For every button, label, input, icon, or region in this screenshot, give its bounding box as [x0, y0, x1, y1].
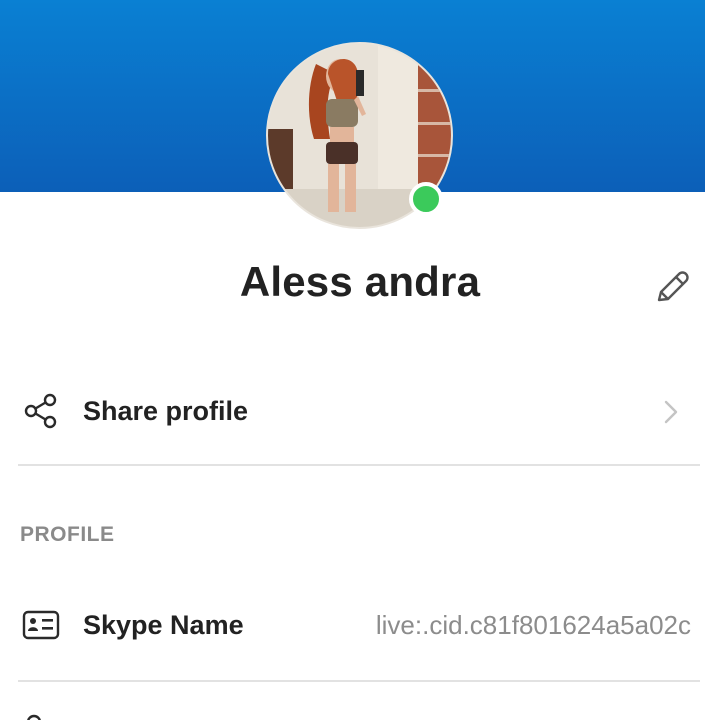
contact-card-icon — [20, 604, 62, 646]
edit-profile-button[interactable] — [648, 265, 694, 311]
share-icon — [20, 390, 62, 432]
divider — [18, 680, 700, 682]
skype-name-label: Skype Name — [83, 609, 244, 640]
pencil-icon — [657, 271, 689, 302]
skype-name-value[interactable]: live:.cid.c81f801624a5a02c — [376, 610, 691, 641]
profile-display-name: Aless andra — [239, 258, 481, 305]
presence-online-indicator — [409, 182, 443, 216]
share-profile-label: Share profile — [83, 395, 249, 426]
next-row-icon — [24, 712, 54, 720]
avatar-container — [266, 42, 453, 229]
chevron-right-icon — [664, 400, 678, 424]
section-header-profile: PROFILE — [20, 523, 115, 546]
skype-name-row[interactable]: Skype Name live:.cid.c81f801624a5a02c — [0, 595, 705, 655]
divider — [18, 464, 700, 466]
share-profile-row[interactable]: Share profile — [0, 380, 705, 442]
